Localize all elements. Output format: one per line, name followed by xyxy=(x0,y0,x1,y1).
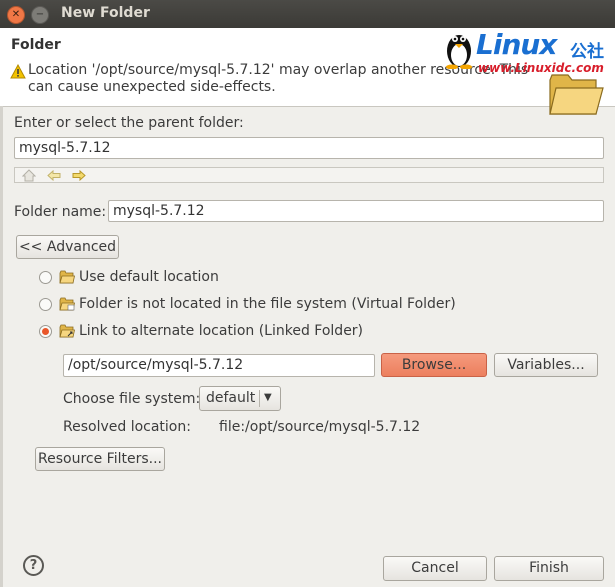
logo-cn-text: 公社 xyxy=(570,42,604,62)
radio-virtual-folder[interactable] xyxy=(39,298,52,311)
resource-filters-button[interactable]: Resource Filters... xyxy=(35,447,165,471)
linked-location-input[interactable]: /opt/source/mysql-5.7.12 xyxy=(63,354,375,377)
resolved-location-value: file:/opt/source/mysql-5.7.12 xyxy=(219,419,421,435)
close-icon[interactable]: ✕ xyxy=(7,6,25,24)
site-logo: Linux 公社 www.Linuxidc.com xyxy=(440,28,615,78)
folder-icon xyxy=(59,270,75,284)
resolved-location-label: Resolved location: xyxy=(63,419,191,435)
wizard-header: Folder Location '/opt/source/mysql-5.7.1… xyxy=(0,28,615,115)
parent-folder-input[interactable]: mysql-5.7.12 xyxy=(14,137,604,159)
forward-arrow-icon[interactable] xyxy=(72,170,86,181)
variables-button[interactable]: Variables... xyxy=(494,353,598,377)
penguin-icon xyxy=(446,35,472,69)
linked-folder-icon xyxy=(59,324,75,338)
folder-name-input[interactable]: mysql-5.7.12 xyxy=(108,200,604,222)
file-system-value: default xyxy=(206,390,256,406)
radio-default-location[interactable] xyxy=(39,271,52,284)
option-linked-folder[interactable]: Link to alternate location (Linked Folde… xyxy=(79,323,363,339)
file-system-label: Choose file system: xyxy=(63,391,201,407)
folder-icon xyxy=(549,74,604,115)
help-icon[interactable]: ? xyxy=(23,555,44,576)
virtual-folder-icon xyxy=(59,297,75,311)
cancel-button[interactable]: Cancel xyxy=(383,556,487,581)
option-virtual-folder[interactable]: Folder is not located in the file system… xyxy=(79,296,456,312)
page-title: Folder xyxy=(11,37,61,53)
title-bar: ✕ − New Folder xyxy=(0,0,615,28)
finish-button[interactable]: Finish xyxy=(494,556,604,581)
minimize-icon[interactable]: − xyxy=(31,6,49,24)
chevron-down-icon: ▼ xyxy=(264,392,272,403)
combo-divider xyxy=(259,390,260,407)
back-arrow-icon[interactable] xyxy=(47,170,61,181)
home-icon[interactable] xyxy=(22,169,36,182)
browse-button[interactable]: Browse... xyxy=(381,353,487,377)
parent-folder-label: Enter or select the parent folder: xyxy=(14,115,244,131)
window-edge xyxy=(0,106,3,587)
file-system-select[interactable]: default ▼ xyxy=(199,386,281,411)
advanced-button[interactable]: << Advanced xyxy=(16,235,119,259)
radio-linked-folder[interactable] xyxy=(39,325,52,338)
window-title: New Folder xyxy=(61,5,150,21)
logo-text: Linux xyxy=(476,28,557,61)
folder-name-label: Folder name: xyxy=(14,204,107,220)
warning-icon xyxy=(10,64,26,79)
option-default-location[interactable]: Use default location xyxy=(79,269,219,285)
tree-nav-bar xyxy=(14,167,604,183)
